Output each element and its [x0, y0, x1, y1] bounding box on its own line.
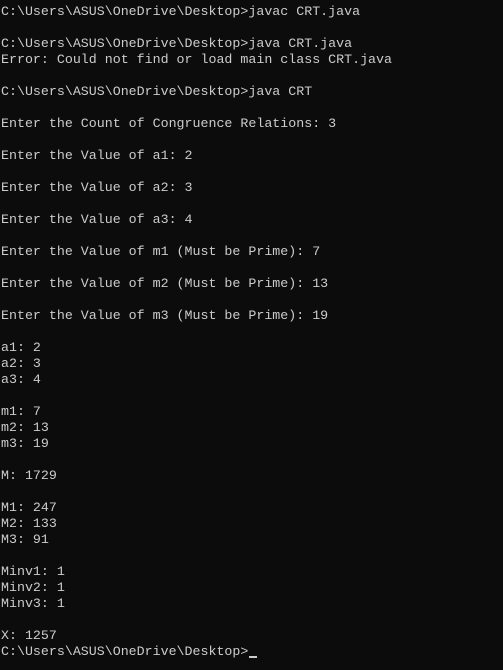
- console-line: Enter the Value of m2 (Must be Prime): 1…: [1, 276, 329, 291]
- command-prompt-line[interactable]: C:\Users\ASUS\OneDrive\Desktop>: [0, 644, 503, 660]
- console-line: M2: 133: [1, 516, 57, 531]
- console-line: C:\Users\ASUS\OneDrive\Desktop>javac CRT…: [1, 4, 361, 19]
- console-line: Error: Could not find or load main class…: [1, 52, 392, 67]
- console-line: Minv2: 1: [1, 580, 65, 595]
- console-line: Enter the Count of Congruence Relations:…: [1, 116, 337, 131]
- console-line: Enter the Value of a3: 4: [1, 212, 193, 227]
- console-line: C:\Users\ASUS\OneDrive\Desktop>java CRT: [1, 84, 313, 99]
- console-line: Minv1: 1: [1, 564, 65, 579]
- console-line: Minv3: 1: [1, 596, 65, 611]
- console-line: M: 1729: [1, 468, 57, 483]
- console-line: m2: 13: [1, 420, 49, 435]
- console-line: a3: 4: [1, 372, 41, 387]
- console-line: Enter the Value of m3 (Must be Prime): 1…: [1, 308, 329, 323]
- command-prompt: C:\Users\ASUS\OneDrive\Desktop>: [1, 644, 249, 659]
- console-line: a1: 2: [1, 340, 41, 355]
- console-line: Enter the Value of a2: 3: [1, 180, 193, 195]
- console-line: Enter the Value of a1: 2: [1, 148, 193, 163]
- console-line: M1: 247: [1, 500, 57, 515]
- console-line: X: 1257: [1, 628, 57, 643]
- console-line: m1: 7: [1, 404, 41, 419]
- console-line: m3: 19: [1, 436, 49, 451]
- console-line: Enter the Value of m1 (Must be Prime): 7: [1, 244, 321, 259]
- console-line: C:\Users\ASUS\OneDrive\Desktop>java CRT.…: [1, 36, 353, 51]
- text-cursor: [249, 656, 258, 658]
- console-line: M3: 91: [1, 532, 49, 547]
- console-window[interactable]: C:\Users\ASUS\OneDrive\Desktop>javac CRT…: [0, 0, 503, 670]
- console-line: a2: 3: [1, 356, 41, 371]
